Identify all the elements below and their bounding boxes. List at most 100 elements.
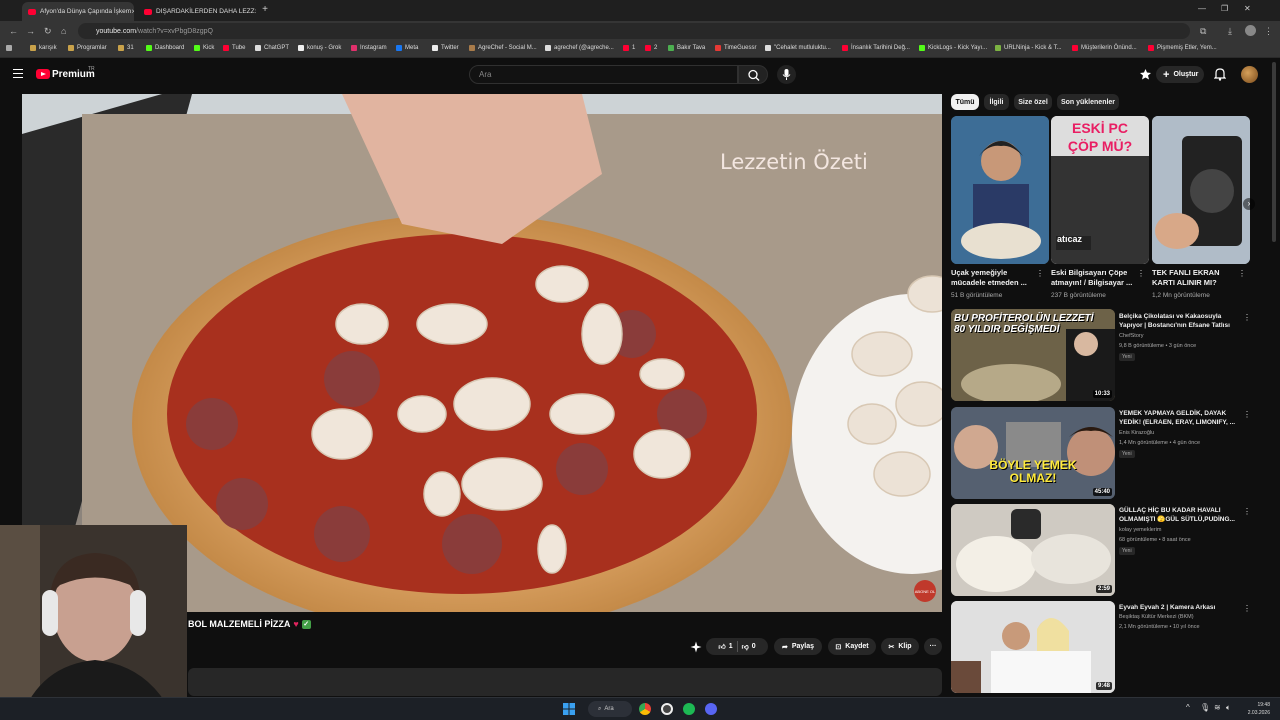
more-options-icon[interactable]: ⋮ <box>1243 508 1251 516</box>
chrome-icon[interactable] <box>639 703 651 715</box>
chip-for-you[interactable]: Size özel <box>1014 94 1052 110</box>
short-thumbnail[interactable] <box>1152 116 1250 264</box>
dislike-button[interactable]: 👎︎ 0 <box>742 642 756 651</box>
spotify-icon[interactable] <box>683 703 695 715</box>
apps-icon[interactable] <box>6 45 15 51</box>
bookmark[interactable]: Twitter <box>432 45 459 51</box>
reload-icon[interactable]: ↻ <box>44 26 52 37</box>
github-icon[interactable] <box>661 703 673 715</box>
save-button[interactable]: ⊡ Kaydet <box>828 638 876 655</box>
video-title-link[interactable]: Belçika Çikolatası ve Kakaosuyla Yapıyor… <box>1119 312 1239 330</box>
extensions-icon[interactable]: ⧉ <box>1200 26 1206 37</box>
discord-icon[interactable] <box>705 703 717 715</box>
channel-name[interactable]: ChefStory <box>1119 333 1143 339</box>
bookmark[interactable]: agrechef (@agreche... <box>545 45 614 51</box>
scrollbar-thumb[interactable] <box>1272 62 1276 242</box>
video-title-link[interactable]: Eyvah Eyvah 2 | Kamera Arkası <box>1119 603 1239 612</box>
video-thumbnail[interactable]: BÖYLE YEMEK OLMAZ! 45:40 <box>951 407 1115 499</box>
volume-icon[interactable]: 🔈︎ <box>1226 703 1231 713</box>
taskbar-clock[interactable]: 19:48 2.03.2026 <box>1248 701 1270 717</box>
close-tab-icon[interactable]: × <box>131 7 134 16</box>
close-tab-icon[interactable]: × <box>255 7 256 16</box>
profile-icon[interactable] <box>1245 25 1256 36</box>
notifications-bell-icon[interactable] <box>1214 67 1226 81</box>
bookmark[interactable]: Pişmemiş Etler, Yem... <box>1148 45 1217 51</box>
create-button[interactable]: + Oluştur <box>1156 66 1204 83</box>
more-actions-button[interactable]: ··· <box>924 638 942 655</box>
channel-name[interactable]: Beşiktaş Kültür Merkezi (BKM) <box>1119 614 1194 620</box>
browser-tab[interactable]: DIŞARDAKİLERDEN DAHA LEZZ × <box>138 2 256 21</box>
bookmark[interactable]: "Cehalet mutluluktu... <box>765 45 831 51</box>
clip-button[interactable]: ✂ Klip <box>881 638 919 655</box>
search-button[interactable] <box>738 65 768 84</box>
video-thumbnail[interactable]: 9:48 <box>951 601 1115 693</box>
account-avatar[interactable] <box>1241 66 1258 83</box>
more-options-icon[interactable]: ⋮ <box>1243 314 1251 322</box>
short-title[interactable]: Uçak yemeğiyle mücadele etmeden ... <box>951 268 1041 288</box>
bookmark[interactable]: Instagram <box>351 45 387 51</box>
bookmark[interactable]: konuş - Grok <box>298 45 341 51</box>
address-bar[interactable]: youtube.com/watch?v=xvPbgD8zgpQ <box>78 23 1190 39</box>
short-title[interactable]: TEK FANLI EKRAN KARTI ALINIR MI? <box>1152 268 1242 288</box>
chevron-right-icon[interactable]: › <box>1243 198 1255 210</box>
share-button[interactable]: ➦ Paylaş <box>774 638 822 655</box>
forward-icon[interactable]: → <box>26 26 35 36</box>
more-options-icon[interactable]: ⋮ <box>1238 270 1246 278</box>
back-icon[interactable]: ← <box>9 26 18 36</box>
bookmark[interactable]: 31 <box>118 45 134 51</box>
video-title-link[interactable]: GÜLLAÇ HİÇ BU KADAR HAVALI OLMAMIŞTI 🫣GÜ… <box>1119 506 1239 524</box>
windows-start-icon[interactable] <box>563 703 575 715</box>
video-thumbnail[interactable]: 2:59 <box>951 504 1115 596</box>
more-options-icon[interactable]: ⋮ <box>1036 270 1044 278</box>
taskbar-search[interactable]: ⌕ Ara <box>588 701 632 717</box>
chip-related[interactable]: İlgili <box>984 94 1009 110</box>
bookmark[interactable]: TimeGuessr <box>715 45 756 51</box>
cast-icon[interactable] <box>1139 68 1152 81</box>
channel-name[interactable]: kolay yemeklerim <box>1119 527 1161 533</box>
bookmark[interactable]: karışık <box>30 45 57 51</box>
minimize-icon[interactable]: — <box>1198 4 1206 13</box>
search-input[interactable]: Ara <box>469 65 738 84</box>
short-thumbnail[interactable]: ESKİ PC ÇÖP MÜ? atıcaz <box>1051 116 1149 264</box>
home-icon[interactable]: ⌂ <box>61 26 66 36</box>
ai-sparkle-icon[interactable] <box>690 641 702 653</box>
maximize-icon[interactable]: ❐ <box>1221 4 1228 13</box>
wifi-icon[interactable]: ≋ <box>1214 703 1221 712</box>
video-thumbnail[interactable]: BU PROFİTEROLÜN LEZZETİ 80 YILDIR DEĞİŞM… <box>951 309 1115 401</box>
bookmark[interactable]: 1 <box>623 45 635 51</box>
bookmark[interactable]: 2 <box>645 45 657 51</box>
more-options-icon[interactable]: ⋮ <box>1137 270 1145 278</box>
like-button[interactable]: 👍︎ 1 <box>718 642 732 651</box>
bookmark[interactable]: Kick <box>194 45 214 51</box>
channel-name[interactable]: Enis Kirazoğlu <box>1119 430 1154 436</box>
more-options-icon[interactable]: ⋮ <box>1243 411 1251 419</box>
tray-chevron-icon[interactable]: ^ <box>1186 703 1190 712</box>
bookmark[interactable]: ChatGPT <box>255 45 289 51</box>
bookmark[interactable]: Bakır Tava <box>668 45 705 51</box>
microphone-tray-icon[interactable]: 🎙︎ <box>1200 703 1210 712</box>
short-title[interactable]: Eski Bilgisayarı Çöpe atmayın! / Bilgisa… <box>1051 268 1141 288</box>
browser-menu-icon[interactable]: ⋮ <box>1264 26 1273 37</box>
hamburger-menu-icon[interactable] <box>13 69 23 78</box>
chip-all[interactable]: Tümü <box>951 94 979 110</box>
more-options-icon[interactable]: ⋮ <box>1243 605 1251 613</box>
voice-search-button[interactable] <box>777 65 796 84</box>
bookmark[interactable]: Meta <box>396 45 418 51</box>
new-tab-icon[interactable]: + <box>259 4 271 16</box>
bookmark[interactable]: Dashboard <box>146 45 184 51</box>
download-icon[interactable]: ⤓ <box>1228 26 1232 37</box>
short-thumbnail[interactable] <box>951 116 1049 264</box>
youtube-logo-icon[interactable] <box>36 69 50 79</box>
bookmark[interactable]: Tube <box>223 45 245 51</box>
bookmark[interactable]: Programlar <box>68 45 107 51</box>
bookmark[interactable]: URLNinja - Kick & T... <box>995 45 1062 51</box>
bookmark[interactable]: İnsanlık Tarihini Değ... <box>842 45 910 51</box>
video-title-link[interactable]: YEMEK YAPMAYA GELDİK, DAYAK YEDİK! (ELRA… <box>1119 409 1239 427</box>
chip-recently-uploaded[interactable]: Son yüklenenler <box>1057 94 1119 110</box>
bookmark[interactable]: AgreChef - Social M... <box>469 45 537 51</box>
bookmark[interactable]: Müşterilerin Önünd... <box>1072 45 1137 51</box>
window-close-icon[interactable]: ✕ <box>1244 4 1251 13</box>
description-box[interactable] <box>188 668 942 696</box>
browser-tab[interactable]: Afyon'da Dünya Çapında İşkem × <box>22 2 134 21</box>
bookmark[interactable]: KickLogs - Kick Yayı... <box>919 45 987 51</box>
